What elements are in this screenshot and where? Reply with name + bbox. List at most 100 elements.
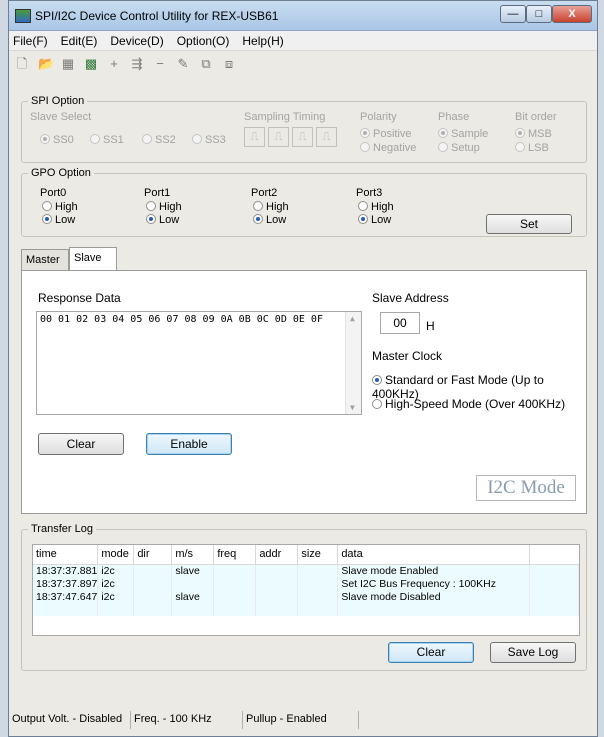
polarity-negative-radio[interactable]: Negative [360, 142, 416, 154]
bit-order-msb-radio[interactable]: MSB [515, 128, 552, 140]
clock-highspeed-radio[interactable]: High-Speed Mode (Over 400KHz) [372, 397, 565, 411]
table-row[interactable]: 18:37:47.647 i2c slave Slave mode Disabled [33, 590, 579, 603]
sampling-timing-buttons: ⎍ ⎍ ⎍ ⎍ [244, 127, 337, 147]
port0-low-radio[interactable]: Low [42, 214, 75, 226]
insert-icon[interactable]: ⇶ [130, 57, 144, 70]
response-data-label: Response Data [38, 291, 121, 305]
col-time[interactable]: time [33, 545, 99, 565]
port3-low-radio[interactable]: Low [358, 214, 391, 226]
bit-order-label: Bit order [515, 111, 557, 123]
port1-high-radio[interactable]: High [146, 201, 182, 213]
scroll-down-icon[interactable]: ▼ [350, 403, 355, 412]
polarity-label: Polarity [360, 111, 397, 123]
col-ms[interactable]: m/s [171, 545, 215, 565]
table-row[interactable]: 18:37:37.881 i2c slave Slave mode Enabled [33, 564, 579, 577]
port2-label: Port2 [251, 187, 278, 199]
paste-icon[interactable]: ⧈ [222, 57, 236, 70]
bit-order-lsb-radio[interactable]: LSB [515, 142, 549, 154]
edit-icon[interactable]: ✎ [176, 57, 190, 70]
save-log-button[interactable]: Save Log [490, 642, 576, 663]
master-clock-label: Master Clock [372, 349, 443, 363]
slave-address-label: Slave Address [372, 291, 449, 305]
save-icon[interactable]: ▦ [61, 57, 75, 70]
gpo-option-group: GPO Option Port0 High Low Port1 High Low… [21, 167, 587, 237]
port1-label: Port1 [144, 187, 171, 199]
col-data[interactable]: data [337, 545, 531, 565]
menu-file[interactable]: File(F) [13, 34, 48, 48]
port0-label: Port0 [40, 187, 67, 199]
response-data-text: 00 01 02 03 04 05 06 07 08 09 0A 0B 0C 0… [40, 314, 323, 325]
phase-setup-radio[interactable]: Setup [438, 142, 480, 154]
col-addr[interactable]: addr [255, 545, 299, 565]
table-row[interactable]: 18:37:37.897 i2c Set I2C Bus Frequency : 1… [33, 577, 579, 590]
minimize-button[interactable]: — [500, 5, 526, 23]
close-button[interactable]: X [552, 5, 592, 23]
slave-select-label: Slave Select [30, 111, 92, 123]
table-row[interactable] [33, 603, 579, 616]
gpo-set-button[interactable]: Set [486, 214, 572, 234]
spi-option-label: SPI Option [28, 95, 88, 107]
port0-high-radio[interactable]: High [42, 201, 78, 213]
response-clear-button[interactable]: Clear [38, 433, 124, 455]
port2-low-radio[interactable]: Low [253, 214, 286, 226]
slave-panel: Response Data 00 01 02 03 04 05 06 07 08… [21, 270, 587, 514]
tab-master[interactable]: Master [21, 249, 69, 270]
tab-slave[interactable]: Slave [69, 247, 117, 270]
window-title: SPI/I2C Device Control Utility for REX-U… [35, 9, 279, 23]
menu-bar: File(F) Edit(E) Device(D) Option(O) Help… [9, 31, 597, 51]
app-window: SPI/I2C Device Control Utility for REX-U… [8, 0, 598, 737]
phase-label: Phase [438, 111, 470, 123]
sampling-timing-2-icon[interactable]: ⎍ [268, 127, 289, 147]
col-mode[interactable]: mode [97, 545, 135, 565]
add-icon[interactable]: + [107, 57, 121, 70]
log-clear-button[interactable]: Clear [388, 642, 474, 663]
menu-device[interactable]: Device(D) [110, 34, 163, 48]
response-data-scrollbar[interactable]: ▲ ▼ [345, 312, 361, 414]
ss3-radio[interactable]: SS3 [192, 134, 226, 146]
sampling-timing-1-icon[interactable]: ⎍ [244, 127, 265, 147]
polarity-positive-radio[interactable]: Positive [360, 128, 412, 140]
app-icon [15, 9, 31, 23]
status-output-volt: Output Volt. - Disabled [9, 711, 131, 729]
scroll-up-icon[interactable]: ▲ [350, 314, 355, 323]
new-icon[interactable]: 🗋 [15, 57, 29, 70]
ss1-radio[interactable]: SS1 [90, 134, 124, 146]
col-freq[interactable]: freq [213, 545, 257, 565]
maximize-button[interactable]: □ [526, 5, 552, 23]
port3-high-radio[interactable]: High [358, 201, 394, 213]
response-data-field[interactable]: 00 01 02 03 04 05 06 07 08 09 0A 0B 0C 0… [36, 311, 362, 415]
col-dir[interactable]: dir [133, 545, 173, 565]
toolbar: 🗋 📂 ▦ ▩ + ⇶ − ✎ ⧉ ⧈ [9, 51, 597, 75]
slave-address-input[interactable]: 00 [380, 312, 420, 334]
status-freq: Freq. - 100 KHz [131, 711, 243, 729]
ss2-radio[interactable]: SS2 [142, 134, 176, 146]
menu-option[interactable]: Option(O) [177, 34, 230, 48]
title-bar[interactable]: SPI/I2C Device Control Utility for REX-U… [9, 1, 597, 31]
open-icon[interactable]: 📂 [38, 57, 54, 70]
enable-button[interactable]: Enable [146, 433, 232, 455]
status-bar: Output Volt. - Disabled Freq. - 100 KHz … [9, 711, 359, 729]
phase-sample-radio[interactable]: Sample [438, 128, 488, 140]
transfer-log-group: Transfer Log time mode dir m/s freq addr… [21, 523, 587, 671]
menu-edit[interactable]: Edit(E) [61, 34, 98, 48]
transfer-log-label: Transfer Log [28, 523, 96, 535]
port2-high-radio[interactable]: High [253, 201, 289, 213]
spi-option-group: SPI Option Slave Select SS0 SS1 SS2 SS3 … [21, 95, 587, 163]
copy-icon[interactable]: ⧉ [199, 57, 213, 70]
ss0-radio[interactable]: SS0 [40, 134, 74, 146]
i2c-mode-badge: I2C Mode [476, 475, 576, 501]
sampling-timing-label: Sampling Timing [244, 111, 326, 123]
gpo-option-label: GPO Option [28, 167, 94, 179]
col-size[interactable]: size [297, 545, 339, 565]
remove-icon[interactable]: − [153, 57, 167, 70]
slave-address-suffix: H [426, 319, 435, 333]
device-icon[interactable]: ▩ [84, 57, 98, 70]
menu-help[interactable]: Help(H) [242, 34, 283, 48]
port1-low-radio[interactable]: Low [146, 214, 179, 226]
port3-label: Port3 [356, 187, 383, 199]
sampling-timing-4-icon[interactable]: ⎍ [316, 127, 337, 147]
transfer-log-table[interactable]: time mode dir m/s freq addr size data 18… [32, 544, 580, 636]
status-pullup: Pullup - Enabled [243, 711, 359, 729]
sampling-timing-3-icon[interactable]: ⎍ [292, 127, 313, 147]
log-header-row: time mode dir m/s freq addr size data [33, 545, 579, 565]
